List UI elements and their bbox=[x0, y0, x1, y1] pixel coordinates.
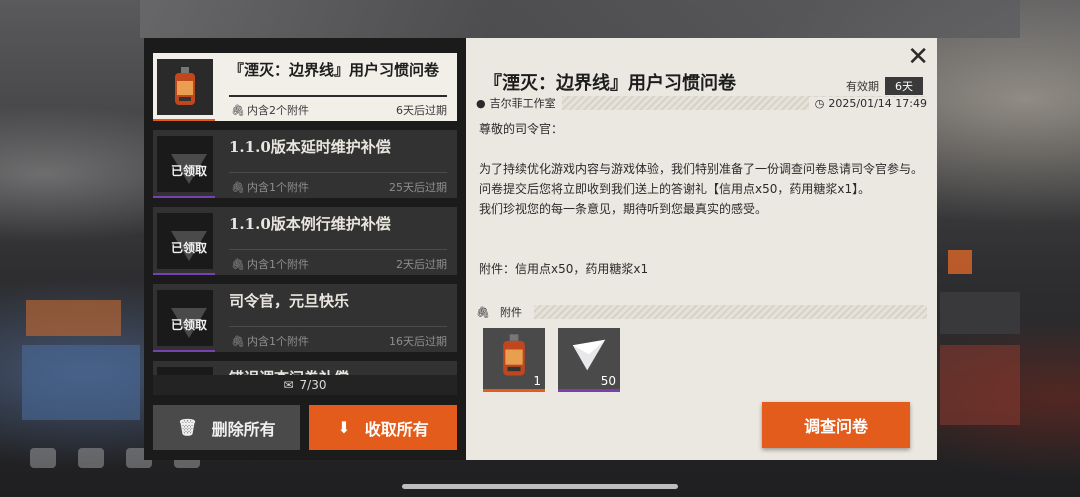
mail-item-new-year[interactable]: 已领取 司令官，元旦快乐 🖇 内含1个附件 16天后过期 bbox=[153, 284, 457, 352]
mail-detail-panel: ✕ 『湮灭：边界线』用户习惯问卷 有效期 6天 ● 吉尔菲工作室 ◷ 2025/01… bbox=[466, 38, 937, 460]
mail-title: 1.1.0版本例行维护补偿 bbox=[229, 215, 391, 233]
mail-expire: 2天后过期 bbox=[396, 258, 447, 271]
mail-item-survey[interactable]: 『湮灭：边界线』用户习惯问卷 🖇 内含2个附件 6天后过期 bbox=[153, 53, 457, 121]
user-icon: ● bbox=[476, 96, 486, 110]
background-left-tile bbox=[26, 300, 121, 336]
close-icon[interactable]: ✕ bbox=[907, 44, 929, 70]
background-right-banner bbox=[940, 345, 1020, 425]
mail-item-partial[interactable]: 错误调查问卷补偿 bbox=[153, 361, 457, 375]
home-indicator[interactable] bbox=[402, 484, 678, 489]
mail-body: 尊敬的司令官： 为了持续优化游戏内容与游戏体验，我们特别准备了一份调查问卷恳请司… bbox=[479, 122, 924, 276]
send-date: ◷ 2025/01/14 17:49 bbox=[808, 96, 927, 110]
mail-count-bar: ✉ 7/30 bbox=[153, 375, 457, 395]
paperclip-icon: 🖇 bbox=[231, 258, 245, 271]
attachment-syrup[interactable]: 1 bbox=[483, 328, 545, 392]
credit-chip-icon bbox=[572, 339, 606, 371]
mail-list[interactable]: 『湮灭：边界线』用户习惯问卷 🖇 内含2个附件 6天后过期 已领取 1.1.0版本… bbox=[153, 53, 457, 375]
mail-item-delay-compensation[interactable]: 已领取 1.1.0版本延时维护补偿 🖇 内含1个附件 25天后过期 bbox=[153, 130, 457, 198]
claim-all-button[interactable]: ⬇ 收取所有 bbox=[309, 405, 457, 450]
mail-title: 错误调查问卷补偿 bbox=[229, 367, 449, 375]
mail-count: 7/30 bbox=[299, 378, 327, 392]
background-top-bar bbox=[140, 0, 1020, 38]
mail-thumbnail bbox=[157, 59, 213, 115]
background-right-tile bbox=[940, 292, 1020, 334]
mail-title: 司令官，元旦快乐 bbox=[229, 292, 350, 310]
syrup-bottle-icon bbox=[175, 67, 195, 105]
mail-expire: 25天后过期 bbox=[389, 181, 447, 194]
sender: ● 吉尔菲工作室 bbox=[476, 95, 562, 111]
validity-badge: 6天 bbox=[885, 77, 923, 95]
background-orange-marker bbox=[948, 250, 972, 274]
envelope-icon: ✉ bbox=[283, 378, 294, 392]
mail-title: 1.1.0版本延时维护补偿 bbox=[229, 138, 391, 156]
mail-title: 『湮灭：边界线』用户习惯问卷 bbox=[229, 61, 440, 79]
meta-bar: ● 吉尔菲工作室 ◷ 2025/01/14 17:49 bbox=[476, 95, 927, 111]
mail-thumbnail: 已领取 bbox=[157, 290, 213, 346]
mail-attachment-count: 🖇 内含1个附件 bbox=[231, 181, 309, 194]
detail-title: 『湮灭：边界线』用户习惯问卷 bbox=[484, 73, 736, 94]
mail-thumbnail bbox=[157, 367, 213, 375]
syrup-bottle-icon bbox=[503, 334, 525, 376]
mail-expire: 16天后过期 bbox=[389, 335, 447, 348]
background-left-banner bbox=[22, 345, 140, 420]
claimed-badge: 已领取 bbox=[161, 296, 217, 352]
mail-item-routine-compensation[interactable]: 已领取 1.1.0版本例行维护补偿 🖇 内含1个附件 2天后过期 bbox=[153, 207, 457, 275]
survey-button[interactable]: 调查问卷 bbox=[762, 402, 910, 448]
trash-icon: 🗑 bbox=[177, 418, 198, 437]
clock-icon: ◷ bbox=[814, 96, 825, 110]
attachment-credits[interactable]: 50 bbox=[558, 328, 620, 392]
paperclip-icon: 🖇 bbox=[231, 181, 245, 194]
mail-thumbnail: 已领取 bbox=[157, 213, 213, 269]
mail-thumbnail: 已领取 bbox=[157, 136, 213, 192]
validity: 有效期 6天 bbox=[846, 77, 923, 95]
delete-all-button[interactable]: 🗑 删除所有 bbox=[153, 405, 300, 450]
paperclip-icon: 🖇 bbox=[231, 335, 245, 348]
claimed-badge: 已领取 bbox=[161, 142, 217, 198]
mail-expire: 6天后过期 bbox=[396, 104, 447, 117]
claimed-badge: 已领取 bbox=[161, 219, 217, 275]
paperclip-icon: 🖇 bbox=[476, 305, 496, 319]
mail-attachment-count: 🖇 内含2个附件 bbox=[231, 104, 309, 117]
attachments-bar: 🖇 附件 bbox=[476, 304, 927, 320]
mail-attachment-count: 🖇 内含1个附件 bbox=[231, 258, 309, 271]
mail-attachment-count: 🖇 内含1个附件 bbox=[231, 335, 309, 348]
paperclip-icon: 🖇 bbox=[231, 104, 245, 117]
download-icon: ⬇ bbox=[337, 418, 351, 437]
